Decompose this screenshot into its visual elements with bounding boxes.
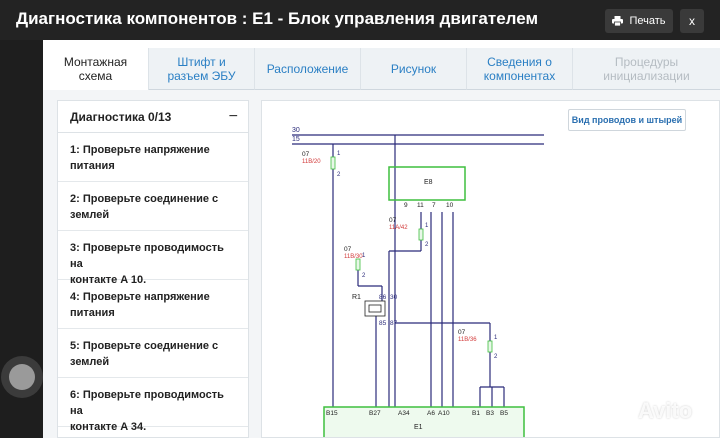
wiring-diagram: 30 15 E8 9 11 7 10 07 11B/20 1 2 07 11A/… (261, 100, 720, 438)
step-text: 6: Проверьте проводимость на (70, 389, 224, 417)
relay-pin: 30 (390, 294, 398, 301)
diagnostics-header[interactable]: Диагностика 0/13 − (58, 101, 248, 133)
fuse-pin: 1 (337, 151, 341, 157)
tab-label: инициализации (603, 68, 690, 83)
tab-wiring-diagram[interactable]: Монтажная схема (43, 48, 149, 90)
diagnostics-panel: Диагностика 0/13 − 1: Проверьте напряжен… (57, 100, 249, 438)
step-text: 4: Проверьте напряжение (70, 291, 210, 303)
step-text: землей (70, 209, 110, 221)
tab-label: Процедуры (614, 54, 679, 69)
step-text: контакте A 34. (70, 421, 147, 433)
step-text: землей (70, 356, 110, 368)
fab-circle-icon (9, 364, 35, 390)
step-text: 2: Проверьте соединение с (70, 193, 219, 205)
diagnostic-step-2[interactable]: 2: Проверьте соединение с землей (58, 182, 248, 231)
fuse-pin: 1 (362, 253, 366, 259)
tab-label: Расположение (266, 61, 349, 76)
diagnostics-title: Диагностика 0/13 (70, 109, 172, 124)
window-title: Диагностика компонентов : E1 - Блок упра… (16, 9, 539, 28)
fuse-4-rating: 11B/36 (458, 337, 477, 343)
fuse-pin: 1 (494, 335, 498, 341)
fuse-1-rating: 11B/20 (302, 159, 321, 165)
e1-pin: B5 (500, 410, 508, 417)
fuse-1 (330, 156, 336, 170)
diagnostic-step-5[interactable]: 5: Проверьте соединение с землей (58, 329, 248, 378)
tab-label: Монтажная (63, 55, 128, 69)
e1-pin: B27 (369, 410, 381, 417)
tab-label: компонентах (483, 68, 556, 83)
tab-label: Рисунок (390, 61, 437, 76)
tab-content: Диагностика 0/13 − 1: Проверьте напряжен… (43, 90, 720, 438)
fuse-pin: 1 (425, 223, 429, 229)
relay-coil (368, 304, 382, 313)
tab-label: Сведения о (487, 54, 552, 69)
bus-label-30: 30 (292, 127, 300, 134)
fuse-2 (418, 228, 424, 241)
fuse-4-name: 07 (458, 329, 466, 336)
diagnostic-step-3[interactable]: 3: Проверьте проводимость на контакте A 1… (58, 231, 248, 286)
fuse-pin: 2 (337, 172, 341, 178)
e8-pin: 11 (417, 202, 424, 209)
print-label: Печать (629, 15, 666, 27)
step-text: питания (70, 307, 115, 319)
fuse-3 (355, 258, 361, 271)
tab-bar: Монтажная схема Штифт и разъем ЭБУ Располо… (43, 48, 720, 90)
component-e1-label: E1 (414, 424, 423, 431)
fuse-2-rating: 11A/42 (389, 225, 408, 231)
printer-icon (612, 16, 624, 26)
relay-pin: 86 (379, 294, 387, 301)
e1-pin: A10 (438, 410, 450, 417)
e1-pin: B15 (326, 410, 338, 417)
step-text: 3: Проверьте проводимость на (70, 242, 224, 270)
diagnostic-step-6[interactable]: 6: Проверьте проводимость на контакте A 3… (58, 378, 248, 433)
tab-component-info[interactable]: Сведения о компонентах (467, 48, 573, 90)
e1-pin: A34 (398, 410, 410, 417)
e8-pin: 9 (404, 202, 408, 209)
step-text: 5: Проверьте соединение с (70, 340, 219, 352)
e1-pin: A6 (427, 410, 435, 417)
tab-picture[interactable]: Рисунок (361, 48, 467, 90)
schematic-svg: 30 15 E8 9 11 7 10 07 11B/20 1 2 07 11A/… (292, 127, 544, 437)
step-text: питания (70, 160, 115, 172)
component-e1-box (323, 406, 525, 437)
component-e8-label: E8 (424, 179, 433, 186)
tab-pin-connector[interactable]: Штифт и разъем ЭБУ (149, 48, 255, 90)
tab-initialization: Процедуры инициализации (573, 48, 720, 90)
fuse-4 (487, 340, 493, 353)
fuse-2-name: 07 (389, 217, 397, 224)
step-text: 1: Проверьте напряжение (70, 144, 210, 156)
relay-pin: 85 (379, 320, 387, 327)
e8-pin: 10 (446, 202, 454, 209)
tab-label: схема (78, 69, 113, 83)
relay-pin: 87 (390, 320, 398, 327)
fuse-pin: 2 (362, 273, 366, 279)
fuse-pin: 2 (494, 354, 498, 360)
relay-label: R1 (352, 294, 361, 301)
relay-r1-box (364, 300, 386, 317)
e1-pin: B1 (472, 410, 480, 417)
tab-location[interactable]: Расположение (255, 48, 361, 90)
e8-pin: 7 (432, 202, 436, 209)
main-panel: Монтажная схема Штифт и разъем ЭБУ Располо… (43, 40, 720, 438)
fuse-3-name: 07 (344, 246, 352, 253)
tab-label: Штифт и (177, 54, 226, 69)
step-text: контакте A 10. (70, 274, 147, 286)
floating-action-button[interactable] (1, 356, 43, 398)
diagnostic-step-1[interactable]: 1: Проверьте напряжение питания (58, 133, 248, 182)
fuse-3-rating: 11B/30 (344, 254, 363, 260)
wire-pin-view-button[interactable]: Вид проводов и штырей (568, 109, 686, 131)
e1-pin: B3 (486, 410, 494, 417)
tab-label: разъем ЭБУ (167, 68, 236, 83)
fuse-pin: 2 (425, 242, 429, 248)
bus-label-15: 15 (292, 136, 300, 143)
print-button[interactable]: Печать (605, 9, 673, 33)
title-bar: Диагностика компонентов : E1 - Блок упра… (0, 0, 720, 40)
close-button[interactable]: x (680, 9, 704, 33)
fuse-1-name: 07 (302, 151, 310, 158)
collapse-icon[interactable]: − (229, 108, 238, 126)
